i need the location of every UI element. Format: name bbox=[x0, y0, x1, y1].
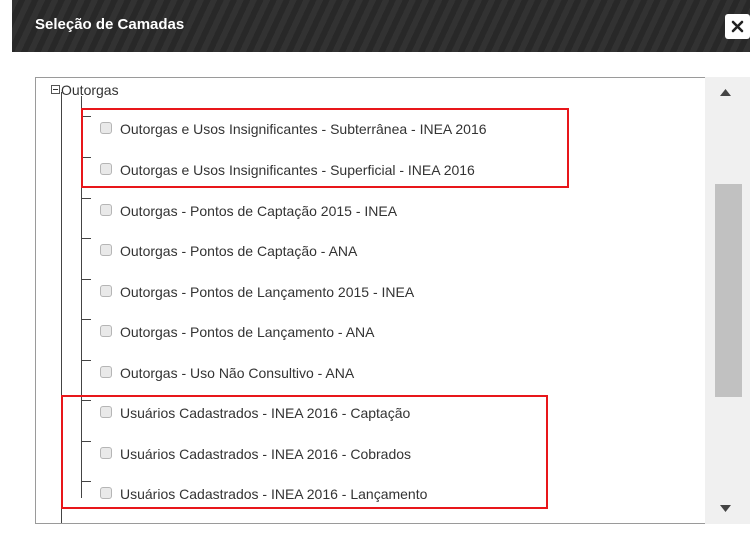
layer-checkbox[interactable] bbox=[100, 325, 112, 337]
tree-connector bbox=[81, 157, 91, 158]
layer-label: Usuários Cadastrados - INEA 2016 - Capta… bbox=[120, 405, 411, 421]
tree-connector bbox=[81, 400, 91, 401]
scroll-down-arrow-icon[interactable] bbox=[720, 505, 731, 512]
layer-checkbox[interactable] bbox=[100, 163, 112, 175]
layer-tree-panel: Outorgas Outorgas e Usos Insignificantes… bbox=[35, 77, 750, 524]
layer-label: Outorgas e Usos Insignificantes - Subter… bbox=[120, 121, 487, 137]
layer-checkbox[interactable] bbox=[100, 122, 112, 134]
layer-label: Outorgas - Pontos de Lançamento 2015 - I… bbox=[120, 284, 415, 300]
tree-connector bbox=[81, 441, 91, 442]
tree-connector bbox=[81, 198, 91, 199]
scroll-up-arrow-icon[interactable] bbox=[720, 89, 731, 96]
layer-checkbox[interactable] bbox=[100, 244, 112, 256]
layer-label: Outorgas e Usos Insignificantes - Superf… bbox=[120, 162, 475, 178]
tree-connector bbox=[81, 319, 91, 320]
layer-label: Usuários Cadastrados - INEA 2016 - Cobra… bbox=[120, 446, 412, 462]
close-icon bbox=[731, 20, 744, 33]
layer-label: Outorgas - Pontos de Captação 2015 - INE… bbox=[120, 203, 398, 219]
layer-label: Outorgas - Pontos de Lançamento - ANA bbox=[120, 324, 375, 340]
dialog-title: Seleção de Camadas bbox=[35, 16, 185, 33]
tree-connector bbox=[81, 238, 91, 239]
layer-label: Outorgas - Uso Não Consultivo - ANA bbox=[120, 365, 355, 381]
layer-label: Outorgas - Pontos de Captação - ANA bbox=[120, 243, 358, 259]
layer-checkbox[interactable] bbox=[100, 447, 112, 459]
close-button[interactable] bbox=[725, 14, 750, 39]
collapse-icon[interactable] bbox=[51, 84, 60, 94]
scroll-thumb[interactable] bbox=[715, 184, 742, 397]
tree-guide-line bbox=[61, 92, 62, 523]
layer-checkbox[interactable] bbox=[100, 285, 112, 297]
layer-checkbox[interactable] bbox=[100, 366, 112, 378]
tree-node-outorgas[interactable]: Outorgas bbox=[51, 82, 119, 98]
tree-connector bbox=[81, 279, 91, 280]
tree-connector bbox=[81, 360, 91, 361]
vertical-scrollbar[interactable] bbox=[705, 77, 750, 524]
tree-connector bbox=[81, 116, 91, 117]
layer-checkbox[interactable] bbox=[100, 204, 112, 216]
layer-label: Usuários Cadastrados - INEA 2016 - Lança… bbox=[120, 486, 428, 502]
tree-node-label: Outorgas bbox=[61, 82, 119, 98]
dialog-titlebar: Seleção de Camadas bbox=[12, 0, 750, 52]
layer-checkbox[interactable] bbox=[100, 487, 112, 499]
tree-connector bbox=[81, 481, 91, 482]
layer-checkbox[interactable] bbox=[100, 406, 112, 418]
